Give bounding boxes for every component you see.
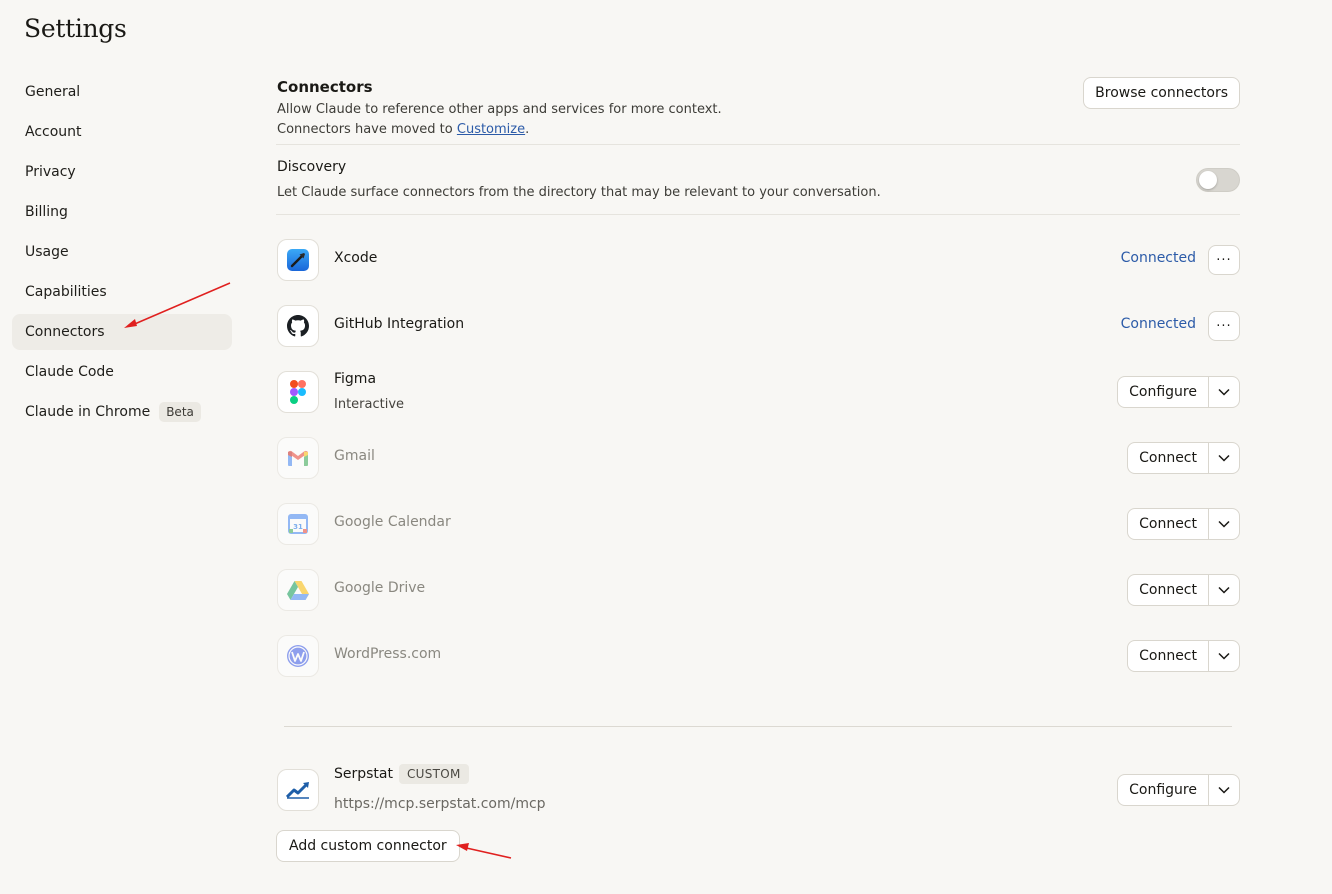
figma-icon	[277, 371, 319, 413]
discovery-toggle[interactable]	[1196, 168, 1240, 192]
configure-button[interactable]: Configure	[1118, 775, 1209, 805]
connector-row-serpstat: Serpstat CUSTOM https://mcp.serpstat.com…	[276, 760, 1240, 834]
xcode-icon	[277, 239, 319, 281]
section-title: Connectors	[277, 78, 373, 96]
sidebar-item-billing[interactable]: Billing	[12, 194, 232, 230]
connect-split-button: Connect	[1127, 508, 1240, 540]
connectors-panel: Connectors Allow Claude to reference oth…	[276, 74, 1240, 834]
sidebar-item-privacy[interactable]: Privacy	[12, 154, 232, 190]
calendar-day-text: 31	[293, 523, 303, 531]
sidebar-item-label: Account	[25, 124, 82, 140]
connector-row-xcode: Xcode Connected ···	[276, 227, 1240, 293]
connector-name: Serpstat	[334, 766, 393, 782]
connect-split-button: Connect	[1127, 574, 1240, 606]
connector-name: Google Drive	[334, 580, 426, 596]
connected-status[interactable]: Connected	[1121, 250, 1196, 266]
connector-name: GitHub Integration	[334, 316, 465, 332]
chevron-down-icon[interactable]	[1209, 377, 1239, 407]
customize-link[interactable]: Customize	[457, 122, 525, 137]
chevron-down-icon[interactable]	[1209, 641, 1239, 671]
configure-split-button: Configure	[1117, 376, 1240, 408]
custom-badge: CUSTOM	[399, 764, 469, 784]
section-description: Allow Claude to reference other apps and…	[277, 102, 722, 117]
beta-badge: Beta	[159, 402, 201, 422]
google-calendar-icon: 31	[277, 503, 319, 545]
page-title: Settings	[24, 14, 127, 43]
sidebar-item-general[interactable]: General	[12, 74, 232, 110]
connector-url: https://mcp.serpstat.com/mcp	[334, 796, 546, 812]
discovery-setting: Discovery Let Claude surface connectors …	[276, 145, 1240, 215]
browse-connectors-button[interactable]: Browse connectors	[1083, 77, 1240, 109]
connect-button[interactable]: Connect	[1128, 641, 1209, 671]
chevron-down-icon[interactable]	[1209, 443, 1239, 473]
connect-split-button: Connect	[1127, 442, 1240, 474]
sidebar-item-label: Privacy	[25, 164, 76, 180]
sidebar-item-label: General	[25, 84, 81, 100]
sidebar-item-label: Billing	[25, 204, 68, 220]
sidebar-item-capabilities[interactable]: Capabilities	[12, 274, 232, 310]
chevron-down-icon[interactable]	[1209, 775, 1239, 805]
sidebar-item-usage[interactable]: Usage	[12, 234, 232, 270]
connector-subtitle: Interactive	[334, 397, 405, 412]
connector-name: Xcode	[334, 250, 378, 266]
sidebar-item-label: Claude Code	[25, 364, 114, 380]
connect-button[interactable]: Connect	[1128, 443, 1209, 473]
wordpress-icon	[277, 635, 319, 677]
serpstat-icon	[277, 769, 319, 811]
connector-name: WordPress.com	[334, 646, 442, 662]
connector-name: Figma	[334, 371, 377, 387]
connect-split-button: Connect	[1127, 640, 1240, 672]
moved-suffix: .	[525, 122, 530, 137]
connect-button[interactable]: Connect	[1128, 575, 1209, 605]
more-options-button[interactable]: ···	[1208, 311, 1240, 341]
gmail-icon	[277, 437, 319, 479]
arrow-to-add-connector	[456, 843, 512, 859]
connector-list: Xcode Connected ··· GitHub Integration C…	[276, 227, 1240, 689]
connected-status[interactable]: Connected	[1121, 316, 1196, 332]
sidebar-item-label: Connectors	[25, 324, 105, 340]
configure-split-button: Configure	[1117, 774, 1240, 806]
connector-name: Gmail	[334, 448, 375, 464]
github-icon	[277, 305, 319, 347]
connector-name: Google Calendar	[334, 514, 451, 530]
section-divider	[284, 726, 1232, 727]
sidebar-item-connectors[interactable]: Connectors	[12, 314, 232, 350]
toggle-knob	[1199, 171, 1217, 189]
connect-button[interactable]: Connect	[1128, 509, 1209, 539]
settings-page: Settings General Account Privacy Billing…	[0, 0, 1332, 894]
sidebar-item-account[interactable]: Account	[12, 114, 232, 150]
chevron-down-icon[interactable]	[1209, 509, 1239, 539]
more-options-button[interactable]: ···	[1208, 245, 1240, 275]
sidebar: General Account Privacy Billing Usage Ca…	[12, 74, 232, 434]
discovery-description: Let Claude surface connectors from the d…	[277, 185, 881, 200]
add-custom-connector-button[interactable]: Add custom connector	[276, 830, 460, 862]
sidebar-item-label: Usage	[25, 244, 69, 260]
connector-row-wordpress: WordPress.com Connect	[276, 623, 1240, 689]
sidebar-item-label: Claude in Chrome	[25, 404, 151, 420]
discovery-title: Discovery	[277, 159, 347, 175]
connector-row-google-calendar: 31 Google Calendar Connect	[276, 491, 1240, 557]
connector-row-google-drive: Google Drive Connect	[276, 557, 1240, 623]
sidebar-item-claude-code[interactable]: Claude Code	[12, 354, 232, 390]
connector-row-figma: Figma Interactive Configure	[276, 359, 1240, 425]
moved-prefix: Connectors have moved to	[277, 122, 457, 137]
connector-row-gmail: Gmail Connect	[276, 425, 1240, 491]
moved-notice: Connectors have moved to Customize.	[277, 122, 529, 137]
sidebar-item-label: Capabilities	[25, 284, 107, 300]
connectors-header: Connectors Allow Claude to reference oth…	[276, 74, 1240, 145]
chevron-down-icon[interactable]	[1209, 575, 1239, 605]
google-drive-icon	[277, 569, 319, 611]
connector-row-github: GitHub Integration Connected ···	[276, 293, 1240, 359]
sidebar-item-claude-in-chrome[interactable]: Claude in Chrome Beta	[12, 394, 232, 430]
configure-button[interactable]: Configure	[1118, 377, 1209, 407]
